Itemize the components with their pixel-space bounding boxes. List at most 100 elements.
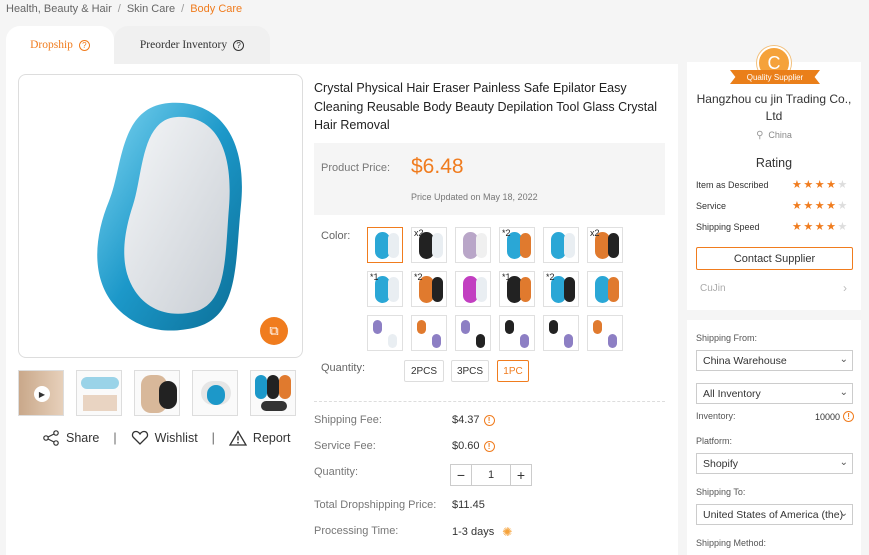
inventory-value: 10000 (815, 411, 841, 422)
thumbnail-image[interactable] (192, 370, 238, 416)
star-icon: ★ (826, 179, 838, 191)
rating-title: Rating (755, 156, 793, 170)
thumbnail-strip: ▶ (18, 370, 296, 416)
shipping-fee-value: $4.37 (452, 414, 480, 426)
color-swatch[interactable] (543, 227, 579, 263)
star-empty-icon: ★ (837, 179, 849, 191)
wishlist-button[interactable]: Wishlist (131, 430, 198, 446)
swatch-quantity-tag: *2 (546, 272, 555, 282)
color-swatch[interactable] (499, 315, 535, 351)
variant-option[interactable]: 3PCS (451, 360, 489, 382)
hair-eraser-image (97, 102, 242, 331)
color-swatch[interactable] (455, 227, 491, 263)
color-label: Color: (321, 230, 351, 242)
help-icon[interactable]: ? (78, 39, 90, 51)
color-swatch-selected[interactable] (367, 227, 403, 263)
quantity-stepper: − 1 + (450, 464, 532, 486)
info-icon[interactable]: ! (483, 440, 495, 452)
tab-bar: Dropship? Preorder Inventory? (0, 22, 680, 64)
thumbnail-image[interactable] (134, 370, 180, 416)
tab-preorder-inventory[interactable]: Preorder Inventory? (114, 26, 270, 64)
star-icon: ★ (803, 221, 815, 233)
product-actions: Share | Wishlist | Report (42, 430, 290, 446)
color-swatch[interactable] (455, 315, 491, 351)
chevron-right-icon[interactable]: › (843, 281, 847, 295)
thumbnail-image[interactable] (250, 370, 296, 416)
thumbnail-video[interactable]: ▶ (18, 370, 64, 416)
star-icon: ★ (792, 200, 804, 212)
breadcrumb-link[interactable]: Health, Beauty & Hair (6, 3, 112, 15)
swatch-quantity-tag: x2 (590, 228, 600, 238)
variant-option[interactable]: 2PCS (404, 360, 444, 382)
thumbnail-image[interactable] (76, 370, 122, 416)
report-button[interactable]: Report (228, 430, 291, 446)
color-swatch[interactable] (411, 315, 447, 351)
color-swatch[interactable] (587, 271, 623, 307)
color-swatch[interactable]: *2 (499, 227, 535, 263)
info-icon[interactable]: ! (843, 411, 855, 422)
tab-dropship[interactable]: Dropship? (6, 26, 114, 64)
breadcrumb-link[interactable]: Skin Care (127, 3, 175, 15)
variant-quantity-label: Quantity: (321, 362, 366, 374)
contact-supplier-button[interactable]: Contact Supplier (696, 247, 853, 270)
processing-time: 1-3 days ✺ (452, 525, 512, 539)
lightbulb-icon[interactable]: ✺ (502, 525, 512, 539)
main-product-image[interactable]: ⧉ (18, 74, 303, 358)
swatch-quantity-tag: *1 (370, 272, 379, 282)
star-icon: ★ (826, 221, 838, 233)
rating-label: Shipping Speed (696, 222, 760, 232)
tab-label: Dropship (30, 39, 73, 51)
processing-time-value: 1-3 days (452, 526, 495, 538)
breadcrumb-current[interactable]: Body Care (190, 3, 242, 15)
product-title: Crystal Physical Hair Eraser Painless Sa… (314, 81, 658, 132)
swatch-quantity-tag: *2 (502, 228, 511, 238)
help-icon[interactable]: ? (233, 39, 245, 51)
supplier-name[interactable]: Hangzhou cu jin Trading Co., Ltd (689, 91, 859, 125)
location-icon: ⚲ (756, 130, 764, 141)
color-swatch[interactable]: *1 (367, 271, 403, 307)
country-name: China (768, 130, 792, 140)
report-label: Report (252, 431, 291, 445)
select-value: Shopify (703, 457, 739, 470)
shipping-fee-label: Shipping Fee: (314, 414, 382, 426)
breadcrumb: Health, Beauty & Hair / Skin Care / Body Car… (6, 3, 243, 15)
store-link[interactable]: CuJin (700, 283, 726, 294)
select-value: United States of America (the) (703, 508, 844, 521)
shipping-to-select[interactable]: United States of America (the) ⌄ (696, 504, 853, 525)
color-swatch[interactable] (367, 315, 403, 351)
service-fee: $0.60! (452, 440, 495, 452)
star-icon: ★ (803, 179, 815, 191)
decrement-button[interactable]: − (451, 465, 471, 485)
share-button[interactable]: Share (42, 430, 99, 446)
shipping-from-select[interactable]: China Warehouse ⌄ (696, 350, 853, 371)
color-swatch[interactable]: *2 (543, 271, 579, 307)
supplier-country: ⚲ China (689, 130, 859, 141)
quantity-value[interactable]: 1 (471, 465, 511, 485)
increment-button[interactable]: + (511, 465, 531, 485)
rating-label: Item as Described (696, 180, 769, 190)
variant-option-selected[interactable]: 1PC (497, 360, 529, 382)
color-swatch[interactable] (543, 315, 579, 351)
star-icon: ★ (814, 200, 827, 212)
product-price: $6.48 (411, 155, 464, 178)
color-swatch[interactable] (455, 271, 491, 307)
image-search-icon[interactable]: ⧉ (260, 317, 288, 345)
star-icon: ★ (826, 200, 838, 212)
quality-supplier-badge: Quality Supplier (730, 70, 820, 84)
color-swatch[interactable] (587, 315, 623, 351)
star-icon: ★ (814, 221, 827, 233)
color-swatch[interactable]: *2 (411, 271, 447, 307)
wishlist-label: Wishlist (154, 431, 198, 445)
info-icon[interactable]: ! (483, 414, 495, 426)
color-swatch[interactable]: *1 (499, 271, 535, 307)
star-empty-icon: ★ (837, 221, 849, 233)
select-value: All Inventory (703, 387, 761, 400)
tab-label: Preorder Inventory (139, 39, 228, 51)
inventory-select[interactable]: All Inventory ⌄ (696, 383, 853, 404)
color-swatch[interactable]: x2 (411, 227, 447, 263)
platform-select[interactable]: Shopify ⌄ (696, 453, 853, 474)
shipping-fee: $4.37! (452, 414, 495, 426)
processing-time-label: Processing Time: (314, 525, 399, 537)
color-swatch[interactable]: x2 (587, 227, 623, 263)
star-empty-icon: ★ (837, 200, 849, 212)
